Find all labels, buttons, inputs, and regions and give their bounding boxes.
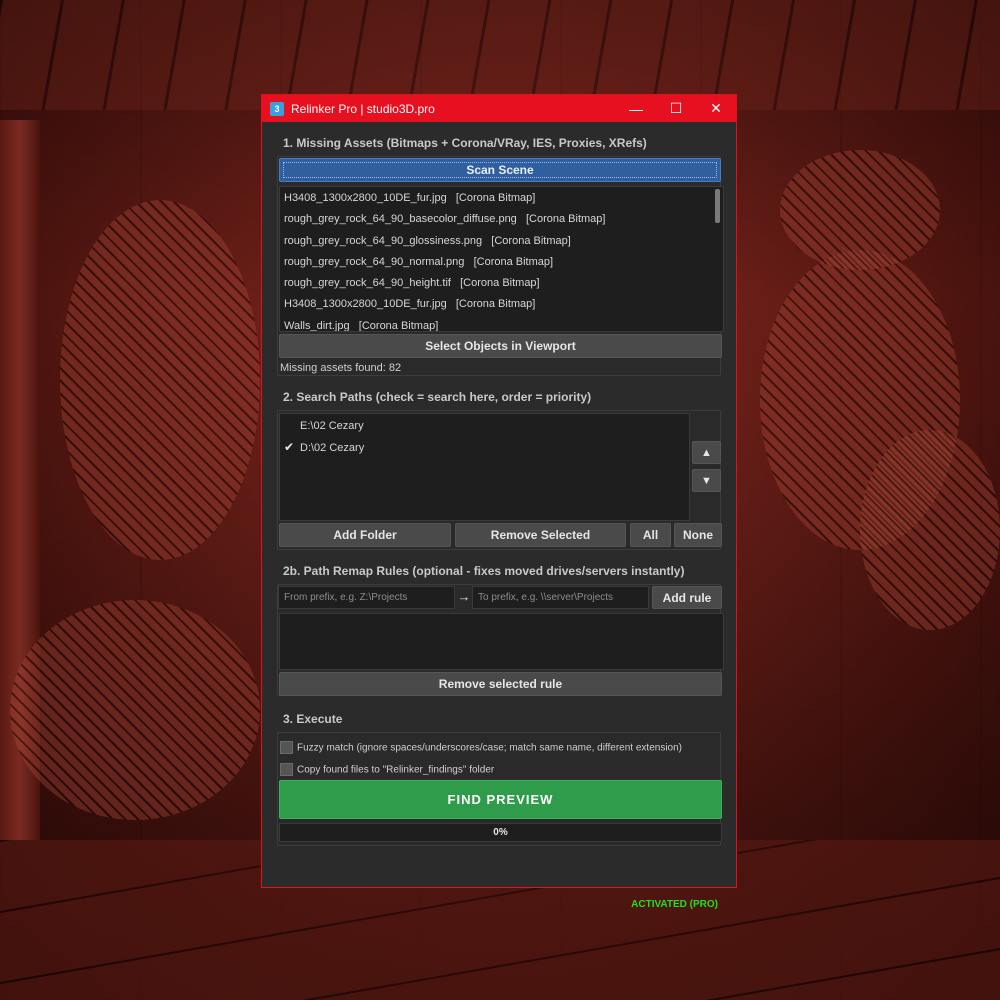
section-missing-assets-title: 1. Missing Assets (Bitmaps + Corona/VRay… — [283, 136, 647, 150]
section-execute-title: 3. Execute — [283, 712, 343, 726]
asset-row[interactable]: H3408_1300x2800_10DE_fur.jpg [Corona Bit… — [280, 294, 723, 315]
asset-row[interactable]: rough_grey_rock_64_90_basecolor_diffuse.… — [280, 209, 723, 230]
missing-assets-list[interactable]: H3408_1300x2800_10DE_fur.jpg [Corona Bit… — [279, 186, 724, 332]
section-remap-rules-title: 2b. Path Remap Rules (optional - fixes m… — [283, 564, 685, 578]
remap-rules-group: From prefix, e.g. Z:\Projects → To prefi… — [277, 584, 724, 696]
window-title: Relinker Pro | studio3D.pro — [291, 101, 435, 116]
activation-status: ACTIVATED (PRO) — [631, 899, 718, 910]
missing-assets-group: Scan Scene H3408_1300x2800_10DE_fur.jpg … — [277, 156, 724, 376]
fuzzy-match-label: Fuzzy match (ignore spaces/underscores/c… — [297, 742, 682, 754]
scan-scene-button[interactable]: Scan Scene — [279, 158, 721, 182]
progress-text: 0% — [493, 827, 508, 838]
from-prefix-input[interactable]: From prefix, e.g. Z:\Projects — [278, 586, 455, 609]
search-paths-list[interactable]: E:\02 Cezary ✔ D:\02 Cezary — [279, 413, 690, 521]
copy-files-checkbox[interactable] — [280, 763, 293, 777]
path-checkmark[interactable]: ✔ — [284, 437, 300, 458]
path-label: E:\02 Cezary — [300, 420, 364, 432]
remap-rules-list[interactable] — [279, 613, 724, 670]
asset-row[interactable]: Walls_dirt.jpg [Corona Bitmap] — [280, 316, 723, 331]
move-down-button[interactable]: ▼ — [692, 469, 721, 492]
path-label: D:\02 Cezary — [300, 442, 365, 455]
fuzzy-match-checkbox[interactable] — [280, 741, 293, 755]
background-plant — [10, 600, 260, 820]
background-plant — [860, 430, 1000, 630]
asset-row[interactable]: rough_grey_rock_64_90_height.tif [Corona… — [280, 273, 723, 294]
list-scrollbar[interactable] — [715, 189, 720, 223]
scan-scene-label: Scan Scene — [466, 163, 534, 177]
asset-row[interactable]: H3408_1300x2800_10DE_fur.jpg [Corona Bit… — [280, 188, 723, 209]
maximize-button[interactable]: ☐ — [656, 95, 696, 122]
copy-files-label: Copy found files to "Relinker_findings" … — [297, 764, 495, 776]
background-pillar — [0, 120, 40, 840]
execute-group: Fuzzy match (ignore spaces/underscores/c… — [277, 732, 722, 846]
search-path-row[interactable]: E:\02 Cezary — [280, 416, 689, 437]
app-icon: 3 — [270, 101, 284, 116]
add-folder-button[interactable]: Add Folder — [279, 523, 451, 547]
title-bar[interactable]: 3 Relinker Pro | studio3D.pro — ☐ ✕ — [262, 95, 736, 122]
remove-selected-button[interactable]: Remove Selected — [455, 523, 626, 547]
asset-rows: H3408_1300x2800_10DE_fur.jpg [Corona Bit… — [280, 187, 723, 331]
search-path-row[interactable]: ✔ D:\02 Cezary — [280, 437, 689, 458]
close-button[interactable]: ✕ — [696, 95, 736, 122]
missing-assets-status: Missing assets found: 82 — [280, 362, 402, 374]
find-preview-button[interactable]: FIND PREVIEW — [279, 780, 722, 819]
progress-bar: 0% — [279, 823, 722, 842]
add-rule-button[interactable]: Add rule — [652, 586, 722, 609]
relinker-window: 3 Relinker Pro | studio3D.pro — ☐ ✕ 1. M… — [261, 94, 737, 910]
search-paths-group: E:\02 Cezary ✔ D:\02 Cezary ▲ ▼ Add Folde… — [277, 410, 722, 550]
arrow-right-icon: → — [457, 589, 471, 604]
background-plant — [760, 250, 960, 550]
background-plant — [60, 200, 260, 560]
copy-files-option[interactable]: Copy found files to "Relinker_findings" … — [280, 761, 494, 779]
select-objects-button[interactable]: Select Objects in Viewport — [279, 334, 722, 358]
to-prefix-input[interactable]: To prefix, e.g. \\server\Projects — [472, 586, 649, 609]
background-chandelier — [780, 150, 940, 270]
asset-row[interactable]: rough_grey_rock_64_90_glossiness.png [Co… — [280, 231, 723, 252]
move-up-button[interactable]: ▲ — [692, 441, 721, 464]
minimize-button[interactable]: — — [616, 95, 656, 122]
asset-row[interactable]: rough_grey_rock_64_90_normal.png [Corona… — [280, 252, 723, 273]
remove-rule-button[interactable]: Remove selected rule — [279, 672, 722, 696]
section-search-paths-title: 2. Search Paths (check = search here, or… — [283, 390, 592, 404]
select-all-button[interactable]: All — [630, 523, 671, 547]
select-none-button[interactable]: None — [674, 523, 722, 547]
fuzzy-match-option[interactable]: Fuzzy match (ignore spaces/underscores/c… — [280, 739, 682, 757]
